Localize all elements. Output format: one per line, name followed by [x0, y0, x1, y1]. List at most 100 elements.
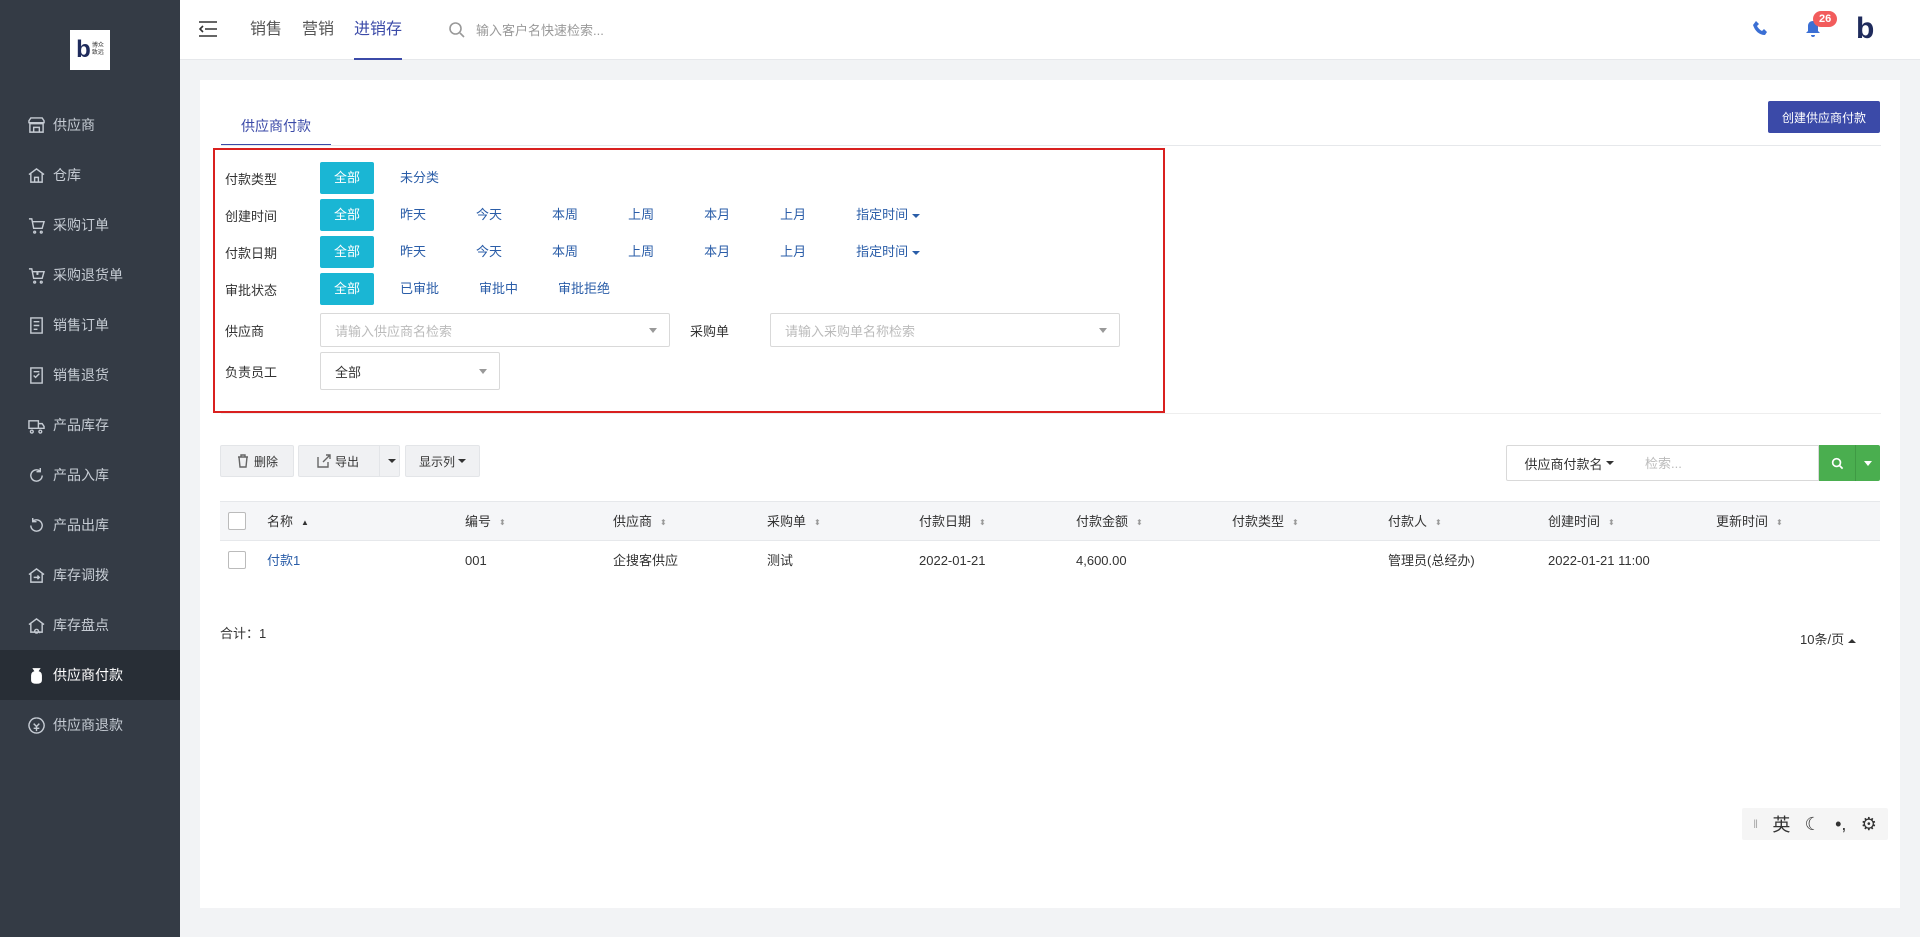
sidebar-item-product-inbound[interactable]: 产品入库	[0, 450, 180, 500]
filter-option[interactable]: 上月	[766, 236, 820, 268]
owner-select[interactable]: 全部	[320, 352, 500, 390]
app-logo[interactable]: b 博众 致远	[70, 30, 110, 70]
owner-select-value: 全部	[335, 364, 362, 380]
filter-option[interactable]: 本月	[690, 236, 744, 268]
transfer-icon	[28, 567, 45, 584]
sidebar-item-supplier-refund[interactable]: 供应商退款	[0, 700, 180, 750]
caret-down-icon	[458, 459, 466, 463]
column-header-number[interactable]: 编号 ⬍	[465, 502, 506, 542]
sidebar-item-supplier-payment[interactable]: 供应商付款	[0, 650, 180, 700]
sidebar-item-purchase-orders[interactable]: 采购订单	[0, 200, 180, 250]
column-header-amount[interactable]: 付款金额 ⬍	[1076, 502, 1143, 542]
export-dropdown-toggle[interactable]	[379, 446, 401, 476]
menu-collapse-icon[interactable]	[198, 20, 218, 38]
table-search-input[interactable]	[1631, 445, 1819, 481]
sidebar-item-label: 供应商付款	[53, 667, 123, 683]
columns-button[interactable]: 显示列	[405, 445, 480, 477]
filter-option[interactable]: 上周	[614, 199, 668, 231]
sidebar-item-label: 产品库存	[53, 417, 109, 433]
phone-icon[interactable]	[1752, 20, 1770, 38]
filter-option[interactable]: 本周	[538, 199, 592, 231]
filter-panel: 付款类型 全部 未分类 创建时间 全部 昨天 今天 本周 上周 本月 上月 指定…	[213, 148, 1165, 413]
header-label: 供应商	[613, 514, 653, 529]
sort-icon: ⬍	[1136, 517, 1143, 527]
filter-option[interactable]: 已审批	[386, 273, 453, 305]
sort-asc-icon: ▲	[301, 517, 309, 527]
sidebar-item-label: 供应商退款	[53, 717, 123, 733]
filter-custom-time[interactable]: 指定时间	[842, 236, 934, 268]
filter-option[interactable]: 昨天	[386, 199, 440, 231]
filter-option[interactable]: 今天	[462, 236, 516, 268]
filter-option[interactable]: 全部	[320, 236, 375, 268]
purchase-order-select[interactable]: 请输入采购单名称检索	[770, 313, 1120, 347]
filter-option[interactable]: 本月	[690, 199, 744, 231]
delete-button[interactable]: 删除	[220, 445, 294, 477]
sidebar-item-label: 销售退货	[53, 367, 109, 383]
warehouse-icon	[28, 167, 45, 184]
cell-purchase-order: 测试	[767, 553, 794, 568]
filter-option[interactable]: 全部	[320, 199, 375, 231]
doc-return-icon	[28, 366, 45, 384]
tab-inventory[interactable]: 进销存	[354, 0, 403, 60]
sidebar-item-sales-orders[interactable]: 销售订单	[0, 300, 180, 350]
sidebar-item-sales-returns[interactable]: 销售退货	[0, 350, 180, 400]
sidebar-item-suppliers[interactable]: 供应商	[0, 100, 180, 150]
row-checkbox[interactable]	[228, 551, 246, 569]
filter-option[interactable]: 全部	[320, 162, 375, 194]
filter-option[interactable]: 今天	[462, 199, 516, 231]
ime-settings-icon[interactable]: ⚙	[1861, 814, 1877, 835]
sidebar-item-purchase-returns[interactable]: 采购退货单	[0, 250, 180, 300]
tab-marketing[interactable]: 营销	[302, 0, 334, 60]
filter-option[interactable]: 昨天	[386, 236, 440, 268]
ime-drag-handle[interactable]: ‖	[1753, 817, 1758, 831]
ime-punctuation-icon[interactable]: •,	[1835, 814, 1846, 835]
search-button[interactable]	[1819, 445, 1855, 481]
column-header-name[interactable]: 名称 ▲	[267, 502, 309, 542]
column-header-purchase-order[interactable]: 采购单 ⬍	[767, 502, 821, 542]
sidebar-item-stock-transfer[interactable]: 库存调拨	[0, 550, 180, 600]
search-field-select[interactable]: 供应商付款名	[1506, 445, 1632, 481]
sort-icon: ⬍	[1608, 517, 1615, 527]
cell-name[interactable]: 付款1	[267, 541, 300, 581]
filter-option[interactable]: 全部	[320, 273, 375, 305]
column-header-pay-date[interactable]: 付款日期 ⬍	[919, 502, 986, 542]
tab-supplier-payment[interactable]: 供应商付款	[221, 110, 331, 146]
header-label: 更新时间	[1716, 514, 1769, 529]
select-all-checkbox[interactable]	[228, 512, 246, 530]
filter-custom-time[interactable]: 指定时间	[842, 199, 934, 231]
cell-pay-date: 2022-01-21	[919, 553, 986, 568]
sidebar-item-product-stock[interactable]: 产品库存	[0, 400, 180, 450]
sort-icon: ⬍	[814, 517, 821, 527]
search-icon	[1831, 457, 1843, 469]
customer-search-input[interactable]	[476, 18, 716, 42]
filter-option[interactable]: 上月	[766, 199, 820, 231]
filter-option[interactable]: 本周	[538, 236, 592, 268]
column-header-payer[interactable]: 付款人 ⬍	[1388, 502, 1442, 542]
filter-option[interactable]: 未分类	[386, 162, 453, 194]
column-header-updated[interactable]: 更新时间 ⬍	[1716, 502, 1783, 542]
filter-option[interactable]: 上周	[614, 236, 668, 268]
filter-option[interactable]: 审批拒绝	[544, 273, 624, 305]
ime-moon-icon[interactable]: ☾	[1805, 814, 1821, 835]
sidebar-item-warehouse[interactable]: 仓库	[0, 150, 180, 200]
ime-language-toggle[interactable]: 英	[1772, 811, 1790, 837]
export-button[interactable]: 导出	[298, 445, 400, 477]
filter-option[interactable]: 审批中	[465, 273, 532, 305]
column-header-supplier[interactable]: 供应商 ⬍	[613, 502, 667, 542]
column-header-pay-type[interactable]: 付款类型 ⬍	[1232, 502, 1299, 542]
sort-icon: ⬍	[1776, 517, 1783, 527]
sidebar-item-stock-check[interactable]: 库存盘点	[0, 600, 180, 650]
page-size-label: 10条/页	[1800, 632, 1845, 647]
create-supplier-payment-button[interactable]: 创建供应商付款	[1768, 101, 1880, 133]
page-size-select[interactable]: 10条/页	[1800, 629, 1857, 648]
sidebar-item-product-outbound[interactable]: 产品出库	[0, 500, 180, 550]
search-options-toggle[interactable]	[1855, 445, 1880, 481]
tab-sales[interactable]: 销售	[250, 0, 282, 60]
filter-row-pay-date: 付款日期 全部 昨天 今天 本周 上周 本月 上月 指定时间	[225, 236, 946, 268]
header-label: 付款日期	[919, 514, 972, 529]
content-card: 供应商付款 创建供应商付款 付款类型 全部 未分类 创建时间 全部 昨天 今天 …	[200, 80, 1900, 908]
column-header-created[interactable]: 创建时间 ⬍	[1548, 502, 1615, 542]
supplier-select[interactable]: 请输入供应商名检索	[320, 313, 670, 347]
table-row[interactable]: 付款1 001 企搜客供应 测试 2022-01-21 4,600.00 管理员…	[220, 541, 1880, 581]
brand-logo[interactable]: b	[1856, 14, 1874, 44]
